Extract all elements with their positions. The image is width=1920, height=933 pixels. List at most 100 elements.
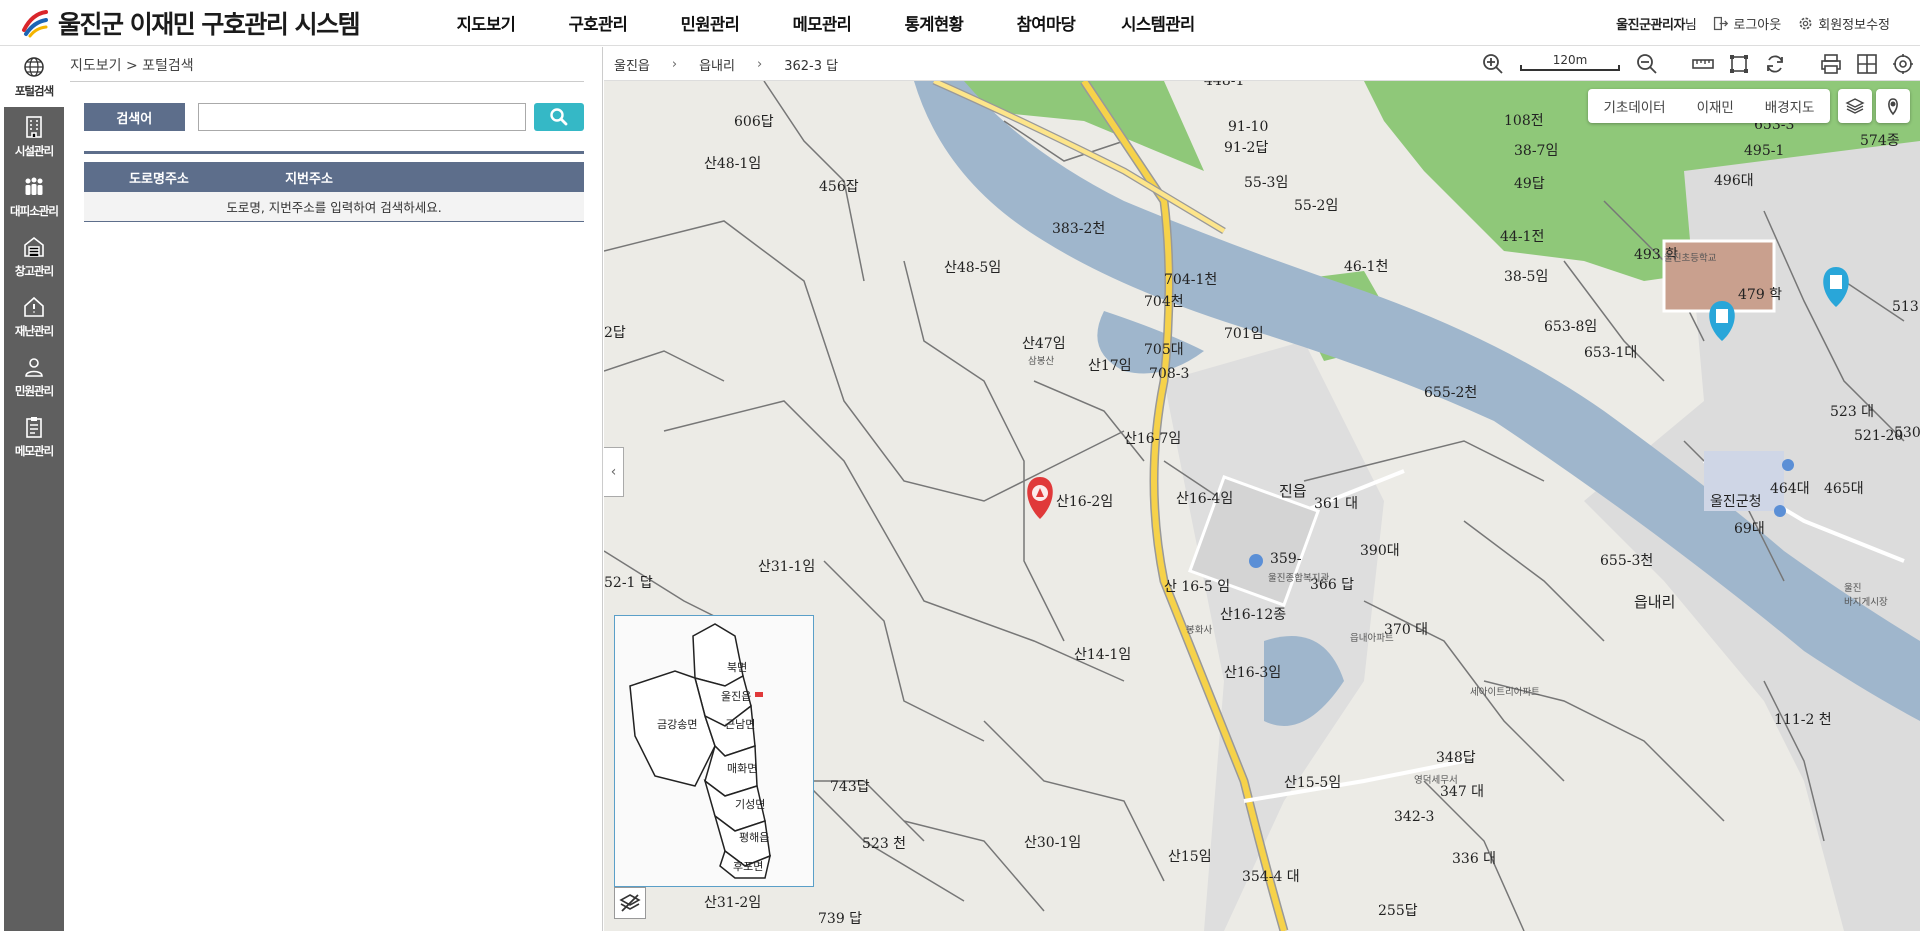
search-input[interactable] (197, 103, 527, 131)
tab-base-map[interactable]: 배경지도 (1765, 96, 1815, 116)
area-measure-icon[interactable] (1728, 53, 1750, 75)
panel-collapse-button[interactable]: ‹ (604, 447, 624, 497)
parcel-label: 704천 (1144, 294, 1184, 310)
breadcrumb: 지도보기 > 포털검색 (70, 58, 194, 74)
nav-complaint[interactable]: 민원관리 (654, 11, 766, 35)
nav-system[interactable]: 시스템관리 (1102, 11, 1214, 35)
warehouse-icon (24, 236, 44, 257)
user-greeting: 울진군관리자님 (1616, 14, 1697, 33)
nav-participation[interactable]: 참여마당 (990, 11, 1102, 35)
crumb-town[interactable]: 울진읍 (614, 55, 650, 74)
map-tools: 120m (1482, 47, 1914, 81)
search-icon (550, 108, 568, 126)
overview-label: 금강송면 (657, 718, 697, 731)
parcel-label: 산48-5임 (944, 260, 1001, 276)
tax-office-label: 영덕세무서 (1414, 775, 1458, 786)
scale-line (1520, 65, 1620, 71)
overview-label: 울진읍 (721, 690, 751, 703)
overview-map[interactable]: 북면 울진읍 금강송면 근남면 매화면 기성면 평해읍 후포면 (614, 615, 814, 887)
map-container[interactable]: 울진읍 › 읍내리 › 362-3 답 120m 606답 산48-1임 456… (604, 47, 1920, 931)
tab-basic-data[interactable]: 기초데이터 (1603, 96, 1665, 116)
parcel-label: 390대 (1360, 543, 1400, 559)
rail-complaint[interactable]: 민원관리 (4, 347, 64, 407)
nav-relief[interactable]: 구호관리 (542, 11, 654, 35)
rail-memo[interactable]: 메모관리 (4, 407, 64, 467)
globe-icon (24, 57, 44, 77)
logout-button[interactable]: 로그아웃 (1712, 14, 1781, 33)
overview-toggle-button[interactable] (614, 887, 646, 919)
apartment-label: 세아이트리아파트 (1470, 687, 1540, 698)
parcel-label: 448-1 (1204, 81, 1244, 89)
parcel-label: 산47임 (1022, 336, 1066, 352)
overview-label: 매화면 (727, 762, 757, 775)
rail-shelter[interactable]: 대피소관리 (4, 167, 64, 227)
overview-canvas: 북면 울진읍 금강송면 근남면 매화면 기성면 평해읍 후포면 (629, 623, 772, 879)
parcel-label: 479 학 (1738, 287, 1782, 303)
parcel-label: 653-1대 (1584, 345, 1637, 361)
profile-edit-button[interactable]: 회원정보수정 (1797, 14, 1890, 33)
table-gap (84, 154, 584, 162)
nav-map-view[interactable]: 지도보기 (430, 11, 542, 35)
rail-warehouse[interactable]: 창고관리 (4, 227, 64, 287)
ruler-icon[interactable] (1692, 53, 1714, 75)
crumb-village[interactable]: 읍내리 (699, 55, 735, 74)
profile-edit-label: 회원정보수정 (1818, 17, 1890, 33)
split-view-icon[interactable] (1856, 53, 1878, 75)
parcel-label: 464대 (1770, 481, 1810, 497)
refresh-icon[interactable] (1764, 53, 1786, 75)
rail-portal-search[interactable]: 포털검색 (4, 47, 64, 107)
overview-label: 기성면 (735, 798, 765, 811)
overview-label: 평해읍 (739, 830, 769, 844)
parcel-label: 359- (1270, 551, 1302, 567)
divider (70, 81, 584, 82)
rail-disaster[interactable]: 재난관리 (4, 287, 64, 347)
parcel-label: 38-5임 (1504, 269, 1548, 285)
location-icon[interactable] (1892, 53, 1914, 75)
rail-label: 민원관리 (14, 384, 54, 398)
parcel-label: 655-2천 (1424, 385, 1477, 401)
search-button[interactable] (534, 103, 584, 131)
rail-facility[interactable]: 시설관리 (4, 107, 64, 167)
parcel-label: 704-1천 (1164, 272, 1217, 288)
column-lot-address: 지번주소 (285, 171, 333, 187)
portal-search-panel: 지도보기 > 포털검색 검색어 도로명주소 지번주소 도로명, 지번주소를 입력… (64, 47, 603, 931)
parcel-label: 348답 (1436, 750, 1476, 766)
parcel-label: 705대 (1144, 342, 1184, 358)
zoom-out-icon[interactable] (1636, 53, 1658, 75)
zoom-in-icon[interactable] (1482, 53, 1504, 75)
layer-toggle-button[interactable] (1838, 89, 1872, 123)
parcel-label: 523 대 (1830, 404, 1874, 420)
school-label: 울진초등학교 (1664, 253, 1717, 264)
tab-victims[interactable]: 이재민 (1697, 96, 1734, 116)
top-header: 울진군 이재민 구호관리 시스템 지도보기 구호관리 민원관리 메모관리 통계현… (0, 0, 1920, 46)
parcel-label: 523 천 (862, 836, 906, 852)
parcel-label: 55-2임 (1294, 198, 1338, 214)
place-label: 울진 (1844, 583, 1861, 594)
side-rail: 포털검색 시설관리 대피소관리 창고관리 재난관리 민원관리 메모관리 (4, 47, 64, 931)
parcel-label: 산16-4임 (1176, 491, 1233, 507)
chevron-right-icon: › (756, 56, 763, 72)
parcel-label: 655-3천 (1600, 553, 1653, 569)
parcel-label: 산14-1임 (1074, 647, 1131, 663)
layer-tabs: 기초데이터 이재민 배경지도 (1588, 89, 1830, 123)
rail-label: 포털검색 (14, 84, 54, 98)
village-label: 읍내리 (1634, 593, 1675, 611)
parcel-label: 산16-7임 (1124, 431, 1181, 447)
parcel-label: 530 (1894, 425, 1920, 441)
marker-toggle-button[interactable] (1876, 89, 1910, 123)
gear-icon (1799, 17, 1812, 29)
parcel-label: 산16-12종 (1220, 607, 1286, 623)
nav-memo[interactable]: 메모관리 (766, 11, 878, 35)
user-suffix: 님 (1684, 17, 1697, 33)
town-label: 진읍 (1279, 482, 1307, 500)
layers-icon (1845, 98, 1865, 114)
taegeuk-logo-icon (22, 10, 48, 38)
print-icon[interactable] (1820, 53, 1842, 75)
current-view-indicator (755, 692, 763, 697)
app-logo[interactable]: 울진군 이재민 구호관리 시스템 (20, 6, 361, 40)
parcel-label: 383-2천 (1052, 221, 1105, 237)
search-result-table: 도로명주소 지번주소 도로명, 지번주소를 입력하여 검색하세요. (84, 151, 584, 222)
layers-icon (619, 894, 641, 912)
nav-statistics[interactable]: 통계현황 (878, 11, 990, 35)
crumb-parcel[interactable]: 362-3 답 (784, 55, 838, 74)
